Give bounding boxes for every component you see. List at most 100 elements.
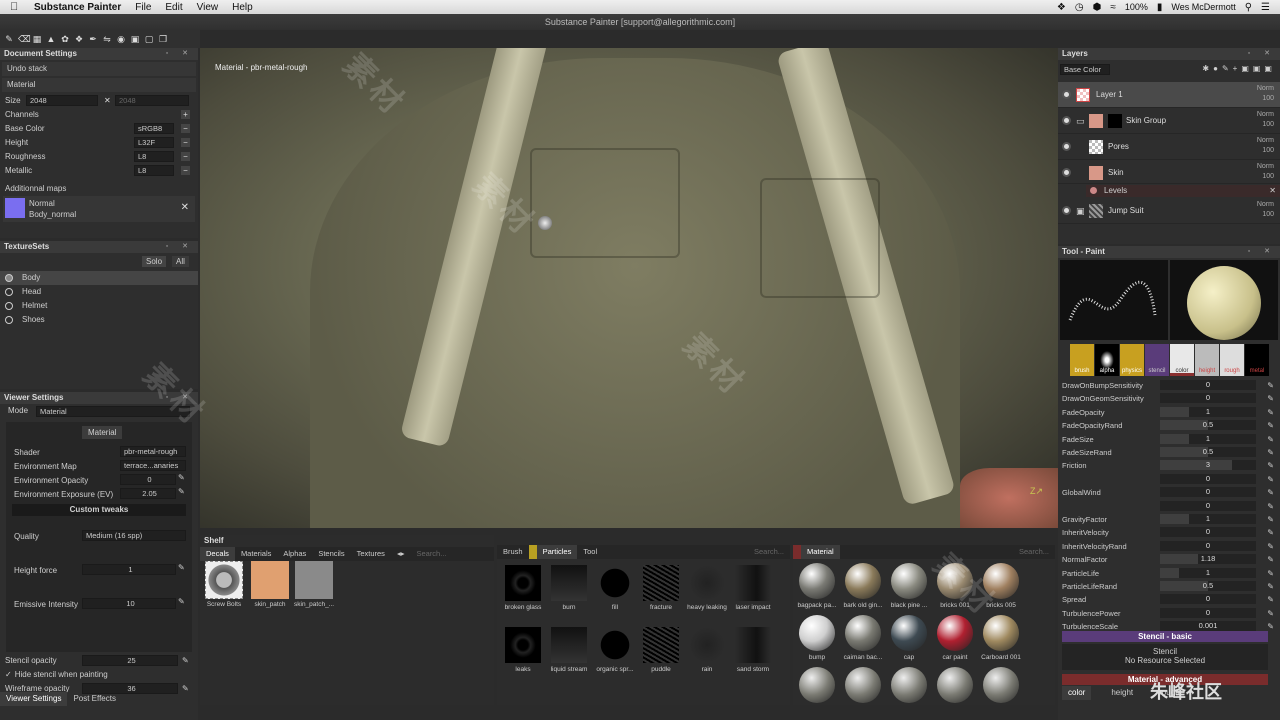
particle-item[interactable]: burn: [547, 565, 591, 611]
edit-pen-icon[interactable]: ✎: [182, 682, 189, 696]
decal-item[interactable]: skin_patch_...: [294, 561, 334, 608]
slot-height[interactable]: height: [1195, 344, 1219, 376]
remove-channel-icon[interactable]: −: [181, 166, 190, 175]
property-slider[interactable]: 1: [1160, 567, 1256, 578]
env-map-select[interactable]: terrace...anaries: [120, 460, 186, 471]
tab-alphas[interactable]: Alphas: [277, 547, 312, 561]
apple-icon[interactable]: : [10, 1, 24, 13]
material-item[interactable]: caiman bac...: [841, 615, 885, 661]
tool-property-row[interactable]: NormalFactor 1.18 ✎: [1062, 553, 1276, 566]
property-slider[interactable]: 0: [1160, 607, 1256, 618]
stencil-resource-slot[interactable]: Stencil No Resource Selected: [1062, 644, 1268, 670]
layer-blend[interactable]: Norm 100: [1257, 200, 1274, 220]
remove-channel-icon[interactable]: −: [181, 124, 190, 133]
edit-pen-icon[interactable]: ✎: [178, 597, 185, 606]
tool-property-row[interactable]: FadeOpacityRand 0.5 ✎: [1062, 419, 1276, 432]
3d-viewport[interactable]: Material - pbr-metal-rough Z↗: [200, 48, 1058, 528]
edit-pen-icon[interactable]: ✎: [1267, 446, 1274, 459]
battery-icon[interactable]: ▮: [1157, 2, 1163, 13]
edit-pen-icon[interactable]: ✎: [1267, 433, 1274, 446]
folder-icon[interactable]: ▣: [1076, 206, 1085, 217]
edit-pen-icon[interactable]: ✎: [1267, 419, 1274, 432]
layer-blend[interactable]: Norm 100: [1257, 84, 1274, 104]
material-item[interactable]: [795, 667, 839, 706]
slot-rough[interactable]: rough: [1220, 344, 1244, 376]
radio-icon[interactable]: [5, 302, 13, 310]
layer-blend[interactable]: Norm 100: [1257, 162, 1274, 182]
property-slider[interactable]: 1.18: [1160, 554, 1256, 565]
property-slider[interactable]: 0: [1160, 393, 1256, 404]
panel-controls-icon[interactable]: ▫ ✕: [166, 392, 194, 404]
height-force-slider[interactable]: 1: [82, 564, 176, 575]
stencil-opacity-slider[interactable]: 25: [82, 655, 178, 666]
material-item[interactable]: [979, 667, 1023, 706]
tab-decals[interactable]: Decals: [200, 547, 235, 561]
particles-search-input[interactable]: Search...: [748, 545, 790, 559]
texture-set-body[interactable]: Body: [0, 271, 198, 285]
levels-effect-row[interactable]: Levels ✕: [1086, 185, 1280, 197]
decal-item[interactable]: skin_patch: [250, 561, 290, 608]
wifi-icon[interactable]: ≈: [1110, 2, 1116, 13]
material-tab-button[interactable]: Material: [82, 426, 123, 439]
menu-file[interactable]: File: [135, 2, 151, 13]
decal-item[interactable]: Screw Bolts: [204, 561, 244, 608]
texture-set-shoes[interactable]: Shoes: [0, 313, 198, 327]
edit-pen-icon[interactable]: ✎: [1267, 459, 1274, 472]
solo-button[interactable]: Solo: [142, 256, 167, 267]
material-item[interactable]: cap: [887, 615, 931, 661]
screenshot-icon[interactable]: ▢: [144, 34, 154, 45]
particle-item[interactable]: fill: [593, 565, 637, 611]
material-item[interactable]: bump: [795, 615, 839, 661]
clone-icon[interactable]: ❖: [74, 34, 84, 45]
tool-property-row[interactable]: TurbulencePower 0 ✎: [1062, 607, 1276, 620]
channel-format-select[interactable]: sRGB8: [134, 123, 174, 134]
mode-select[interactable]: Material: [36, 406, 190, 417]
all-button[interactable]: All: [172, 256, 189, 267]
remove-channel-icon[interactable]: −: [181, 138, 190, 147]
folder-icon[interactable]: ▭: [1076, 116, 1085, 127]
symmetry-icon[interactable]: ⇋: [102, 34, 112, 45]
tool-property-row[interactable]: GlobalWind 0 ✎: [1062, 486, 1276, 499]
channel-format-select[interactable]: L8: [134, 165, 174, 176]
property-slider[interactable]: 0.5: [1160, 447, 1256, 457]
shelf-search-input[interactable]: Search...: [410, 547, 452, 561]
material-item[interactable]: [933, 667, 977, 706]
remove-channel-icon[interactable]: −: [181, 152, 190, 161]
slot-color[interactable]: color: [1170, 344, 1194, 376]
tab-brush[interactable]: Brush: [497, 545, 529, 559]
menu-help[interactable]: Help: [232, 2, 253, 13]
edit-pen-icon[interactable]: ✎: [1267, 500, 1274, 513]
radio-icon[interactable]: [5, 274, 13, 282]
paint-brush-icon[interactable]: ✎: [4, 34, 14, 45]
edit-pen-icon[interactable]: ✎: [178, 473, 185, 482]
tab-stencils[interactable]: Stencils: [312, 547, 350, 561]
tool-property-row[interactable]: FadeSizeRand 0.5 ✎: [1062, 446, 1276, 459]
tool-property-row[interactable]: FadeSize 1 ✎: [1062, 433, 1276, 446]
edit-pen-icon[interactable]: ✎: [1267, 379, 1274, 392]
radio-icon[interactable]: [5, 316, 13, 324]
edit-pen-icon[interactable]: ✎: [1267, 567, 1274, 580]
spotlight-search-icon[interactable]: ⚲: [1245, 2, 1252, 13]
tool-property-row[interactable]: DrawOnBumpSensitivity 0 ✎: [1062, 379, 1276, 392]
tool-property-row[interactable]: InheritVelocityRand 0 ✎: [1062, 540, 1276, 553]
hide-stencil-row[interactable]: ✓ Hide stencil when painting: [0, 668, 198, 682]
property-slider[interactable]: 0: [1160, 527, 1256, 538]
property-slider[interactable]: 0: [1160, 594, 1256, 605]
slot-alpha[interactable]: alpha: [1095, 344, 1119, 376]
particle-item[interactable]: heavy leaking: [685, 565, 729, 611]
material-item[interactable]: bricks 001: [933, 563, 977, 609]
undo-stack-button[interactable]: Undo stack: [2, 62, 196, 76]
tool-property-row[interactable]: 0 ✎: [1062, 500, 1276, 513]
visibility-eye-icon[interactable]: [1062, 116, 1071, 125]
particle-item[interactable]: puddle: [639, 627, 683, 673]
particle-item[interactable]: organic spr...: [593, 627, 637, 673]
color-picker-icon[interactable]: ✒: [88, 34, 98, 45]
property-slider[interactable]: 0: [1160, 380, 1256, 390]
link-size-icon[interactable]: ✕: [104, 94, 111, 108]
edit-pen-icon[interactable]: ✎: [1267, 473, 1274, 486]
layer-row[interactable]: Skin Norm 100: [1058, 160, 1280, 184]
property-slider[interactable]: 1: [1160, 406, 1256, 417]
visibility-eye-icon[interactable]: [1062, 90, 1071, 99]
tab-post-effects[interactable]: Post Effects: [67, 692, 122, 706]
property-slider[interactable]: 0: [1160, 473, 1256, 484]
